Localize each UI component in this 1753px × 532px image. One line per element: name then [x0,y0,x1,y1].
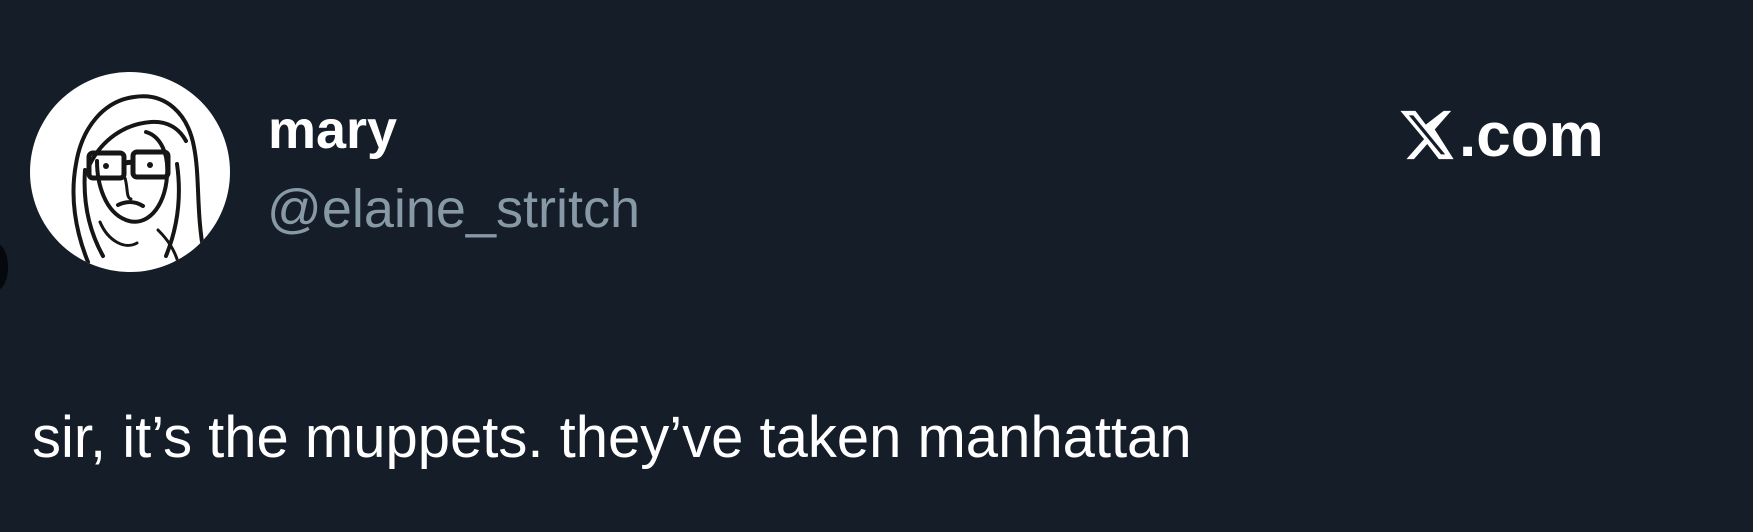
avatar[interactable] [30,72,230,272]
edge-mark [0,244,8,290]
avatar-illustration [32,74,228,270]
user-handle[interactable]: @elaine_stritch [267,178,640,240]
tweet-card: mary @elaine_stritch .com sir, it’s the … [0,0,1753,532]
brand-text: .com [1459,100,1604,170]
brand-link[interactable]: .com [1398,100,1604,170]
x-logo-icon [1400,110,1454,160]
tweet-text: sir, it’s the muppets. they’ve taken man… [32,405,1192,470]
display-name[interactable]: mary [268,100,397,160]
